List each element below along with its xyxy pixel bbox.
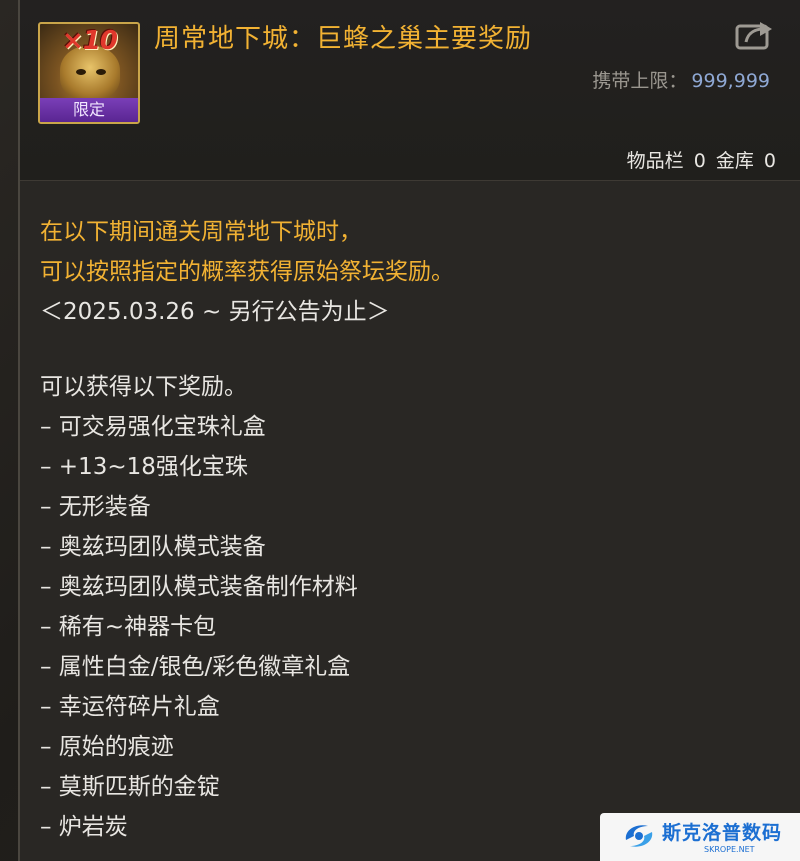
watermark-url: SKROPE.NET: [704, 845, 755, 854]
reward-item: – 属性白金/银色/彩色徽章礼盒: [40, 654, 351, 680]
carry-limit: 携带上限： 999,999: [592, 66, 770, 93]
tooltip-header: ×10 限定 周常地下城：巨蜂之巢主要奖励 携带上限： 999,999 物品栏 0…: [20, 0, 800, 181]
reward-item: – 原始的痕迹: [40, 734, 174, 760]
multiplier-label: ×10: [62, 26, 118, 56]
reward-item: – 无形装备: [40, 494, 151, 520]
site-watermark: 斯克洛普数码 SKROPE.NET: [600, 813, 800, 861]
reward-item: – 可交易强化宝珠礼盒: [40, 414, 266, 440]
inventory-count: 0: [693, 150, 706, 172]
watermark-logo-icon: [625, 825, 653, 847]
reward-item: – 奥兹玛团队模式装备制作材料: [40, 574, 358, 600]
rewards-intro: 可以获得以下奖励。: [40, 374, 247, 400]
share-button[interactable]: [734, 18, 774, 52]
item-tooltip-panel: ×10 限定 周常地下城：巨蜂之巢主要奖励 携带上限： 999,999 物品栏 0…: [18, 0, 800, 861]
carry-limit-label: 携带上限：: [592, 70, 688, 92]
carry-limit-value: 999,999: [691, 70, 770, 92]
limited-badge: 限定: [40, 98, 138, 122]
vault-label: 金库: [715, 150, 754, 172]
reward-item: – 稀有~神器卡包: [40, 614, 217, 640]
item-title: 周常地下城：巨蜂之巢主要奖励: [154, 24, 533, 54]
description-line-2: 可以按照指定的概率获得原始祭坛奖励。: [40, 259, 454, 285]
bee-nest-reward-icon: ×10 限定: [38, 22, 140, 124]
reward-item: – 奥兹玛团队模式装备: [40, 534, 266, 560]
reward-item: – 莫斯匹斯的金锭: [40, 774, 220, 800]
reward-item: – +13~18强化宝珠: [40, 454, 248, 480]
reward-item: – 幸运符碎片礼盒: [40, 694, 220, 720]
share-external-icon: [735, 22, 772, 50]
event-period: ＜2025.03.26 ~ 另行公告为止＞: [40, 299, 390, 325]
watermark-name: 斯克洛普数码: [662, 822, 783, 844]
vault-count: 0: [763, 150, 776, 172]
inventory-label: 物品栏: [626, 150, 684, 172]
storage-counts: 物品栏 0 金库 0: [627, 146, 780, 173]
description-line-1: 在以下期间通关周常地下城时，: [40, 219, 362, 245]
tooltip-description: 在以下期间通关周常地下城时， 可以按照指定的概率获得原始祭坛奖励。 ＜2025.…: [40, 212, 780, 847]
